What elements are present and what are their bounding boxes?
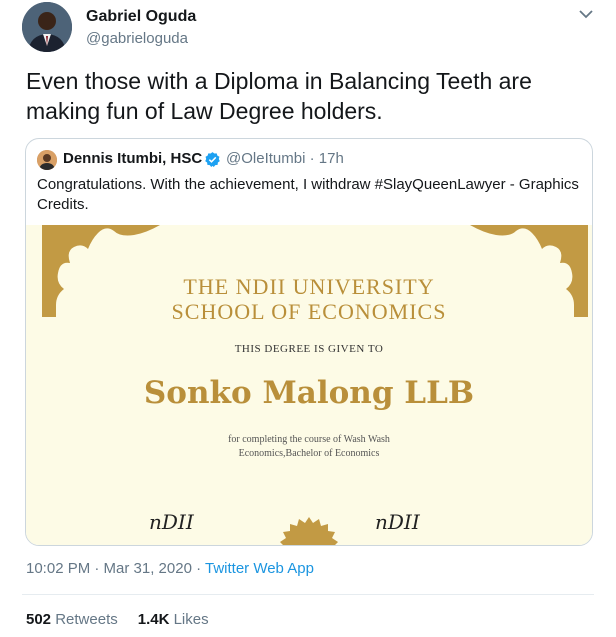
tweet-source-app[interactable]: Twitter Web App: [205, 560, 314, 577]
verified-badge-icon: [205, 152, 220, 167]
quoted-tweet[interactable]: Dennis Itumbi, HSC @OleItumbi · 17h Cong…: [25, 138, 593, 546]
retweets-label: Retweets: [55, 611, 118, 628]
quote-meta: @OleItumbi · 17h: [226, 150, 344, 167]
quote-avatar[interactable]: [37, 150, 57, 170]
certificate-given-to: THIS DEGREE IS GIVEN TO: [234, 343, 384, 355]
retweets-count: 502: [26, 611, 52, 628]
tweet-timestamp: 10:02 PM · Mar 31, 2020 · Twitter Web Ap…: [26, 560, 314, 577]
quote-text: Congratulations. With the achievement, I…: [37, 176, 579, 213]
author-handle[interactable]: @gabrieloguda: [86, 30, 188, 47]
retweets-stat[interactable]: 502 Retweets: [26, 611, 118, 628]
likes-count: 1.4K: [137, 611, 170, 628]
likes-stat[interactable]: 1.4K Likes: [138, 611, 209, 628]
quote-separator: ·: [309, 150, 315, 167]
likes-label: Likes: [173, 611, 209, 628]
quote-time[interactable]: 17h: [319, 150, 344, 167]
certificate-signature-right: nDII: [375, 510, 420, 534]
author-avatar[interactable]: [22, 2, 72, 52]
certificate-image[interactable]: THE NDII UNIVERSITY SCHOOL OF ECONOMICS …: [26, 225, 592, 545]
certificate-signature-left: nDII: [149, 510, 194, 534]
tweet-text: Even those with a Diploma in Balancing T…: [26, 68, 532, 124]
certificate-description-line2: Economics,Bachelor of Economics: [238, 448, 380, 459]
tweet-time[interactable]: 10:02 PM · Mar 31, 2020 ·: [26, 560, 205, 577]
certificate-description-line1: for completing the course of Wash Wash: [228, 434, 390, 445]
quote-author-name[interactable]: Dennis Itumbi, HSC: [63, 150, 202, 167]
certificate-title-line2: SCHOOL OF ECONOMICS: [171, 299, 447, 324]
certificate-recipient: Sonko Malong LLB: [143, 375, 475, 411]
divider: [22, 594, 594, 595]
author-name[interactable]: Gabriel Oguda: [86, 8, 196, 26]
certificate-description: for completing the course of Wash Wash E…: [26, 433, 592, 461]
chevron-down-icon[interactable]: [578, 8, 594, 20]
quote-handle[interactable]: @OleItumbi: [226, 150, 305, 167]
tweet-stats: 502 Retweets 1.4K Likes: [26, 611, 209, 628]
certificate-seal-icon: [280, 517, 338, 545]
certificate-title-line1: THE NDII UNIVERSITY: [183, 274, 435, 299]
